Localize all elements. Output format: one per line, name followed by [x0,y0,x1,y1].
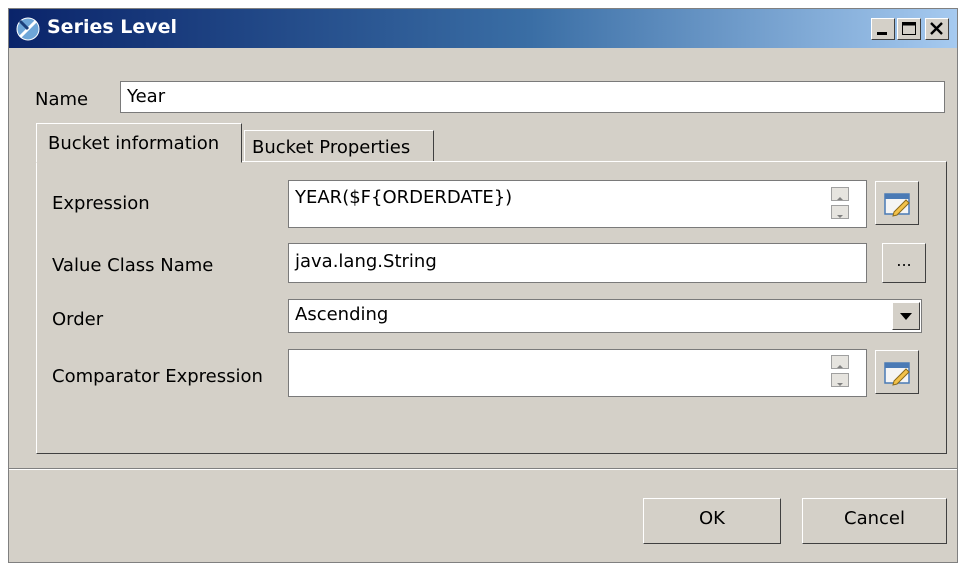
comparator-edit-button[interactable] [875,350,919,394]
expression-input[interactable]: YEAR($F{ORDERDATE}) [288,180,867,228]
value-class-input[interactable]: java.lang.String [288,243,867,283]
cancel-button[interactable]: Cancel [802,498,947,544]
chevron-down-icon [900,313,912,320]
chart-icon [16,17,40,41]
minimize-icon [877,32,887,35]
minimize-button[interactable] [871,18,895,40]
value-class-label: Value Class Name [52,255,214,276]
separator [9,468,957,470]
order-label: Order [52,309,104,330]
order-selected-value: Ascending [295,304,389,325]
title-bar[interactable]: Series Level [9,9,957,48]
tab-bucket-information[interactable]: Bucket information [36,123,242,163]
maximize-icon [902,22,916,35]
expression-label: Expression [52,193,150,214]
window-title: Series Level [47,16,178,38]
series-level-dialog: Series Level Name Year Bucket informatio… [8,8,958,563]
expression-edit-button[interactable] [875,181,919,225]
tab-bucket-properties[interactable]: Bucket Properties [244,130,434,162]
ok-button[interactable]: OK [643,498,781,544]
order-dropdown-button[interactable] [892,302,920,330]
close-button[interactable] [925,18,949,40]
maximize-button[interactable] [897,18,921,40]
comparator-scroll-down[interactable] [831,373,849,387]
value-class-browse-button[interactable]: ... [882,243,926,283]
pencil-icon [884,193,910,217]
expression-scroll-up[interactable] [831,187,849,201]
name-input[interactable]: Year [120,81,945,113]
order-select[interactable]: Ascending [288,299,922,333]
comparator-scroll-up[interactable] [831,355,849,369]
comparator-input[interactable] [288,349,867,397]
close-icon [930,22,943,35]
comparator-label: Comparator Expression [52,366,263,387]
pencil-icon [884,362,910,386]
name-label: Name [35,89,89,110]
expression-scroll-down[interactable] [831,205,849,219]
